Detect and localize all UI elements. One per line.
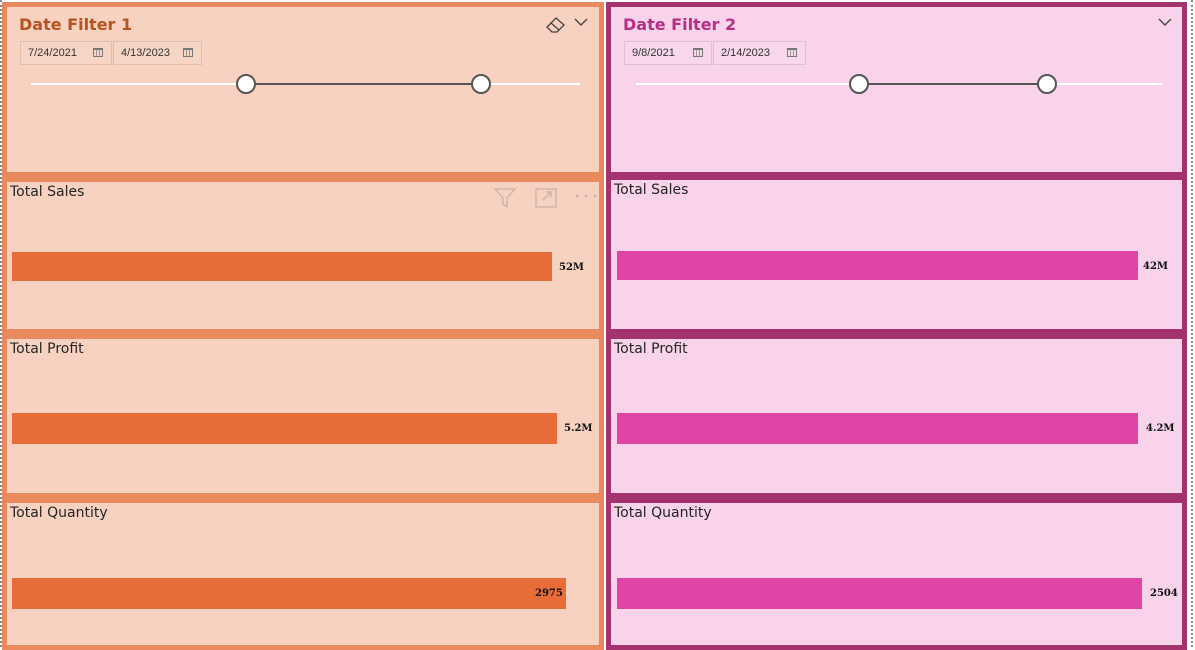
start-date-value: 9/8/2021 bbox=[632, 47, 675, 59]
total-sales-card-right[interactable]: Total Sales 42M bbox=[606, 175, 1187, 334]
date-filter-2-title: Date Filter 2 bbox=[623, 15, 737, 34]
total-quantity-bar bbox=[617, 578, 1142, 609]
total-profit-value: 4.2M bbox=[1146, 423, 1175, 434]
chevron-down-icon[interactable] bbox=[1157, 16, 1173, 28]
total-profit-card-left[interactable]: Total Profit 5.2M bbox=[2, 334, 604, 498]
filter-icon[interactable] bbox=[493, 187, 517, 209]
card-title: Total Sales bbox=[614, 182, 689, 198]
total-quantity-card-right[interactable]: Total Quantity 2504 bbox=[606, 498, 1187, 650]
total-sales-bar bbox=[12, 252, 552, 281]
focus-mode-icon[interactable] bbox=[535, 188, 557, 208]
calendar-icon[interactable] bbox=[93, 48, 103, 57]
end-date-value: 4/13/2023 bbox=[121, 47, 170, 59]
range-slider-start-handle[interactable] bbox=[849, 74, 869, 94]
range-slider-selection bbox=[859, 83, 1047, 85]
eraser-icon[interactable] bbox=[545, 16, 567, 34]
total-quantity-value: 2504 bbox=[1150, 588, 1178, 599]
calendar-icon[interactable] bbox=[183, 48, 193, 57]
card-title: Total Profit bbox=[614, 341, 688, 357]
date-filter-1-slicer[interactable]: Date Filter 1 7/24/2021 4/13/2023 bbox=[2, 2, 604, 177]
end-date-input[interactable]: 2/14/2023 bbox=[713, 41, 806, 65]
card-title: Total Profit bbox=[10, 341, 84, 357]
total-profit-bar bbox=[12, 413, 557, 444]
total-quantity-value: 2975 bbox=[535, 588, 563, 599]
card-title: Total Quantity bbox=[10, 505, 108, 521]
range-slider-start-handle[interactable] bbox=[236, 74, 256, 94]
end-date-input[interactable]: 4/13/2023 bbox=[113, 41, 202, 65]
total-sales-value: 42M bbox=[1143, 261, 1168, 272]
start-date-value: 7/24/2021 bbox=[28, 47, 77, 59]
date-filter-2-slicer[interactable]: Date Filter 2 9/8/2021 2/14/2023 bbox=[606, 2, 1187, 177]
total-profit-value: 5.2M bbox=[564, 423, 593, 434]
range-slider-end-handle[interactable] bbox=[1037, 74, 1057, 94]
range-slider-end-handle[interactable] bbox=[471, 74, 491, 94]
total-sales-card-left[interactable]: Total Sales 52M bbox=[2, 177, 604, 334]
date-filter-1-title: Date Filter 1 bbox=[19, 15, 133, 34]
start-date-input[interactable]: 9/8/2021 bbox=[624, 41, 712, 65]
card-title: Total Quantity bbox=[614, 505, 712, 521]
more-options-icon[interactable] bbox=[574, 192, 598, 200]
total-sales-bar bbox=[617, 251, 1138, 280]
total-quantity-bar bbox=[12, 578, 566, 609]
chevron-down-icon[interactable] bbox=[573, 16, 589, 28]
card-title: Total Sales bbox=[10, 184, 85, 200]
calendar-icon[interactable] bbox=[693, 48, 703, 57]
total-profit-card-right[interactable]: Total Profit 4.2M bbox=[606, 334, 1187, 498]
range-slider-selection bbox=[246, 83, 481, 85]
start-date-input[interactable]: 7/24/2021 bbox=[20, 41, 112, 65]
calendar-icon[interactable] bbox=[787, 48, 797, 57]
canvas-right-edge bbox=[1191, 0, 1193, 647]
end-date-value: 2/14/2023 bbox=[721, 47, 770, 59]
total-sales-value: 52M bbox=[559, 262, 584, 273]
total-quantity-card-left[interactable]: Total Quantity 2975 bbox=[2, 498, 604, 650]
total-profit-bar bbox=[617, 413, 1138, 444]
